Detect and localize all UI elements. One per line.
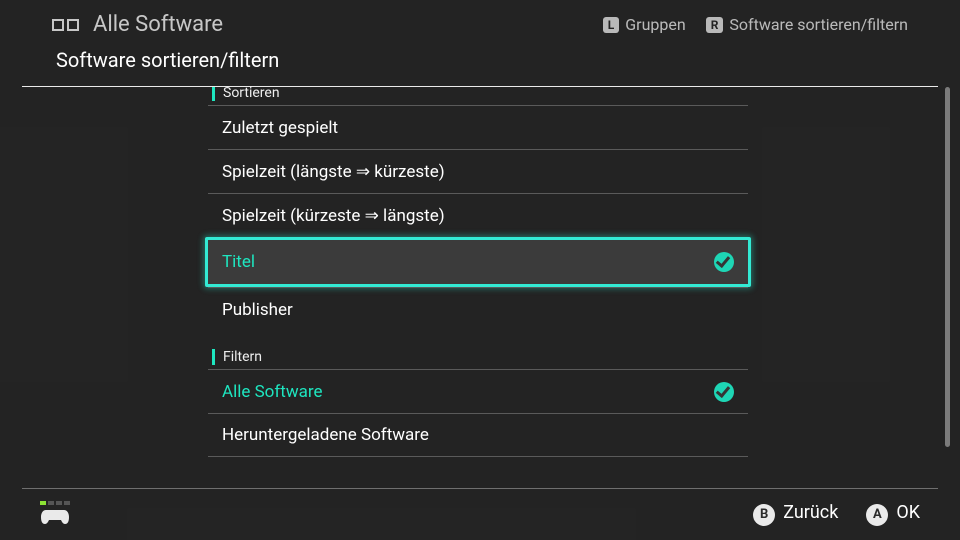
panel-title: Software sortieren/filtern — [0, 32, 960, 86]
section-filter: Filtern — [212, 349, 748, 365]
a-button-icon: A — [866, 504, 888, 526]
controller-icon — [40, 507, 70, 527]
sort-option-recent[interactable]: Zuletzt gespielt — [208, 105, 748, 149]
option-label: Spielzeit (kürzeste ⇒ längste) — [222, 206, 445, 226]
back-button[interactable]: BZurück — [753, 502, 838, 526]
option-list: Sortieren Zuletzt gespielt Spielzeit (lä… — [208, 87, 748, 457]
option-label: Titel — [222, 252, 255, 272]
sort-filter-panel: Software sortieren/filtern Sortieren Zul… — [0, 32, 960, 540]
option-label: Zuletzt gespielt — [222, 118, 338, 138]
controller-indicator — [40, 501, 70, 527]
b-button-icon: B — [753, 504, 775, 526]
section-sort: Sortieren — [212, 87, 748, 101]
check-icon — [714, 252, 734, 272]
option-label: Spielzeit (längste ⇒ kürzeste) — [222, 162, 445, 182]
option-label: Alle Software — [222, 382, 323, 402]
option-label: Heruntergeladene Software — [222, 425, 429, 445]
sort-option-shortest[interactable]: Spielzeit (kürzeste ⇒ längste) — [208, 193, 748, 237]
footer-bar: BZurück AOK — [0, 488, 960, 540]
sort-option-longest[interactable]: Spielzeit (längste ⇒ kürzeste) — [208, 149, 748, 193]
filter-option-all[interactable]: Alle Software — [208, 369, 748, 413]
ok-button[interactable]: AOK — [866, 502, 920, 526]
sort-option-title[interactable]: Titel — [205, 237, 751, 287]
option-label: Publisher — [222, 300, 293, 320]
filter-option-downloaded[interactable]: Heruntergeladene Software — [208, 413, 748, 457]
scrollbar-thumb[interactable] — [945, 87, 950, 447]
check-icon — [714, 382, 734, 402]
sort-option-publisher[interactable]: Publisher — [208, 287, 748, 331]
